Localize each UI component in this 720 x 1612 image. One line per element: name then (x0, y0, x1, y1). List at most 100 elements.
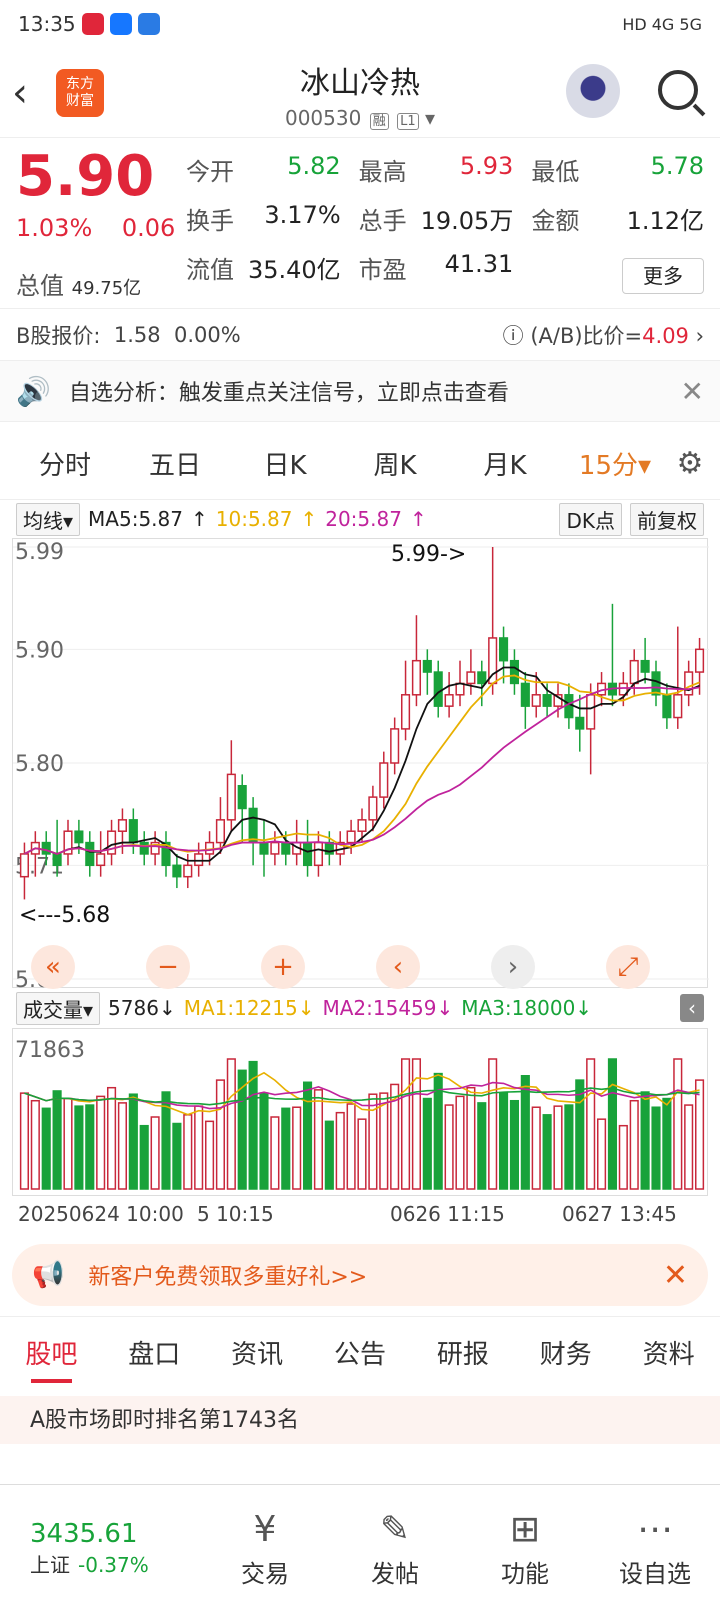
prev-icon[interactable]: ‹ (376, 945, 420, 989)
ranking-item[interactable]: A股市场即时排名第1743名 (0, 1396, 720, 1444)
rewind-icon[interactable]: « (31, 945, 75, 989)
alipay-icon (109, 13, 132, 35)
alert-text: 自选分析：触发重点关注信号，立即点击查看 (68, 381, 509, 406)
candle-body (139, 841, 149, 855)
zoom-out-icon[interactable]: − (146, 945, 190, 989)
candle-body (694, 648, 705, 673)
post-button[interactable]: ✎ 发帖 (330, 1509, 460, 1589)
volume-value: 5786↓ (108, 996, 176, 1020)
candle-body (433, 671, 443, 707)
volume-bar (444, 1104, 454, 1190)
zoom-in-icon[interactable]: + (261, 945, 305, 989)
gear-icon[interactable]: ⚙ (670, 446, 710, 481)
candle-body (183, 864, 193, 878)
chart-period-tabs: 分时 五日 日K 周K 月K 15分▾ ⚙ (0, 428, 720, 500)
tab-orderbook[interactable]: 盘口 (103, 1334, 206, 1371)
b-share-line[interactable]: B股报价: 1.58 0.00% ⓘ (A/B)比价=4.09 › (0, 308, 720, 360)
candle-body (379, 762, 389, 798)
candle-body (302, 841, 313, 867)
more-button[interactable]: 更多 (622, 258, 704, 294)
volume-bar (673, 1058, 683, 1190)
volume-bar (618, 1124, 628, 1190)
eastmoney-logo[interactable]: 东方 财富 (56, 68, 104, 117)
candle-body (477, 671, 487, 685)
volume-max-label: 71863 (15, 1038, 85, 1063)
min-annotation: <---5.68 (19, 903, 110, 928)
volume-selector-button[interactable]: 成交量▾ (16, 991, 101, 1025)
index-name: 上证 -0.37% (30, 1553, 149, 1577)
volume-bar (194, 1105, 204, 1190)
index-value: 3435.61 (30, 1519, 138, 1549)
volume-bar (466, 1086, 476, 1190)
candle-body (259, 841, 269, 855)
tab-5day[interactable]: 五日 (120, 445, 230, 482)
kline-svg: 5.995.905.805.715.615.99-><---5.68 (13, 540, 709, 993)
candle-body (411, 659, 422, 696)
volume-bar (651, 1106, 661, 1190)
chevron-down-icon: ▾ (424, 106, 435, 130)
promo-banner[interactable]: 📢 新客户免费领取多重好礼>> ✕ (12, 1244, 708, 1306)
tab-intraday[interactable]: 分时 (10, 445, 120, 482)
candle-body (390, 728, 400, 764)
volume-bar (531, 1106, 541, 1190)
fullscreen-icon[interactable]: ⤢ (606, 945, 650, 989)
collapse-icon[interactable]: ‹ (680, 994, 704, 1022)
tab-research[interactable]: 研报 (411, 1334, 514, 1371)
search-icon[interactable] (658, 70, 698, 110)
tab-15min[interactable]: 15分▾ (560, 445, 670, 482)
volume-bar (596, 1118, 607, 1190)
tab-guba[interactable]: 股吧 (0, 1334, 103, 1383)
trade-button[interactable]: ¥ 交易 (200, 1509, 330, 1589)
volume-bar (292, 1106, 302, 1190)
next-icon[interactable]: › (491, 945, 535, 989)
volume-bar (357, 1118, 367, 1190)
tab-daily[interactable]: 日K (230, 445, 340, 482)
candle-body (684, 671, 694, 696)
tab-announcement[interactable]: 公告 (309, 1334, 412, 1371)
robot-assistant-icon[interactable] (566, 64, 620, 118)
tab-finance[interactable]: 财务 (514, 1334, 617, 1371)
analysis-alert[interactable]: 🔊 自选分析：触发重点关注信号，立即点击查看 ✕ (0, 360, 720, 422)
functions-button[interactable]: ⊞ 功能 (460, 1509, 590, 1589)
status-indicators: HD 4G 5G (622, 14, 702, 34)
candle-body (117, 819, 128, 832)
stock-header: ‹ 东方 财富 冰山冷热 000530 融 L1 ▾ (0, 48, 720, 138)
volume-bar (41, 1107, 51, 1190)
candle-body (640, 659, 650, 673)
candle-body (509, 659, 520, 685)
candle-body (215, 819, 226, 844)
tab-weekly[interactable]: 周K (340, 445, 450, 482)
back-icon[interactable]: ‹ (12, 70, 52, 116)
total-value: 总值 49.75亿 (16, 272, 142, 300)
tab-monthly[interactable]: 月K (450, 445, 560, 482)
kline-chart[interactable]: 5.995.905.805.715.615.99-><---5.68 « − +… (12, 538, 709, 993)
volume-bar (400, 1058, 411, 1190)
x-label-1: 20250624 10:00 (18, 1202, 184, 1226)
more-icon: ⋯ (637, 1508, 673, 1550)
ma-selector-button[interactable]: 均线▾ (16, 502, 81, 536)
max-annotation: 5.99-> (391, 542, 466, 567)
tab-profile[interactable]: 资料 (617, 1334, 720, 1371)
volume-bar (172, 1122, 182, 1190)
close-icon[interactable]: ✕ (663, 1258, 688, 1293)
volume-bar (106, 1086, 117, 1190)
volume-bar (694, 1079, 705, 1190)
index-widget[interactable]: 3435.61 上证 -0.37% (0, 1519, 200, 1578)
volume-bar (313, 1089, 324, 1190)
candle-body (629, 659, 639, 685)
candle-body (673, 694, 683, 719)
volume-bar (335, 1111, 345, 1190)
volume-bar (488, 1058, 498, 1190)
candle-body (128, 819, 138, 844)
volume-chart[interactable]: 71863 (12, 1028, 708, 1196)
dk-button[interactable]: DK点 (559, 502, 622, 536)
close-icon[interactable]: ✕ (681, 375, 704, 408)
level-tag: L1 (397, 113, 419, 130)
tab-news[interactable]: 资讯 (206, 1334, 309, 1371)
candle-body (226, 773, 236, 821)
add-watchlist-button[interactable]: ⋯ 设自选 (590, 1509, 720, 1589)
volume-bar (575, 1079, 585, 1190)
question-icon: ⓘ (502, 323, 531, 348)
candle-body (542, 694, 552, 707)
adjust-button[interactable]: 前复权 (630, 502, 704, 536)
